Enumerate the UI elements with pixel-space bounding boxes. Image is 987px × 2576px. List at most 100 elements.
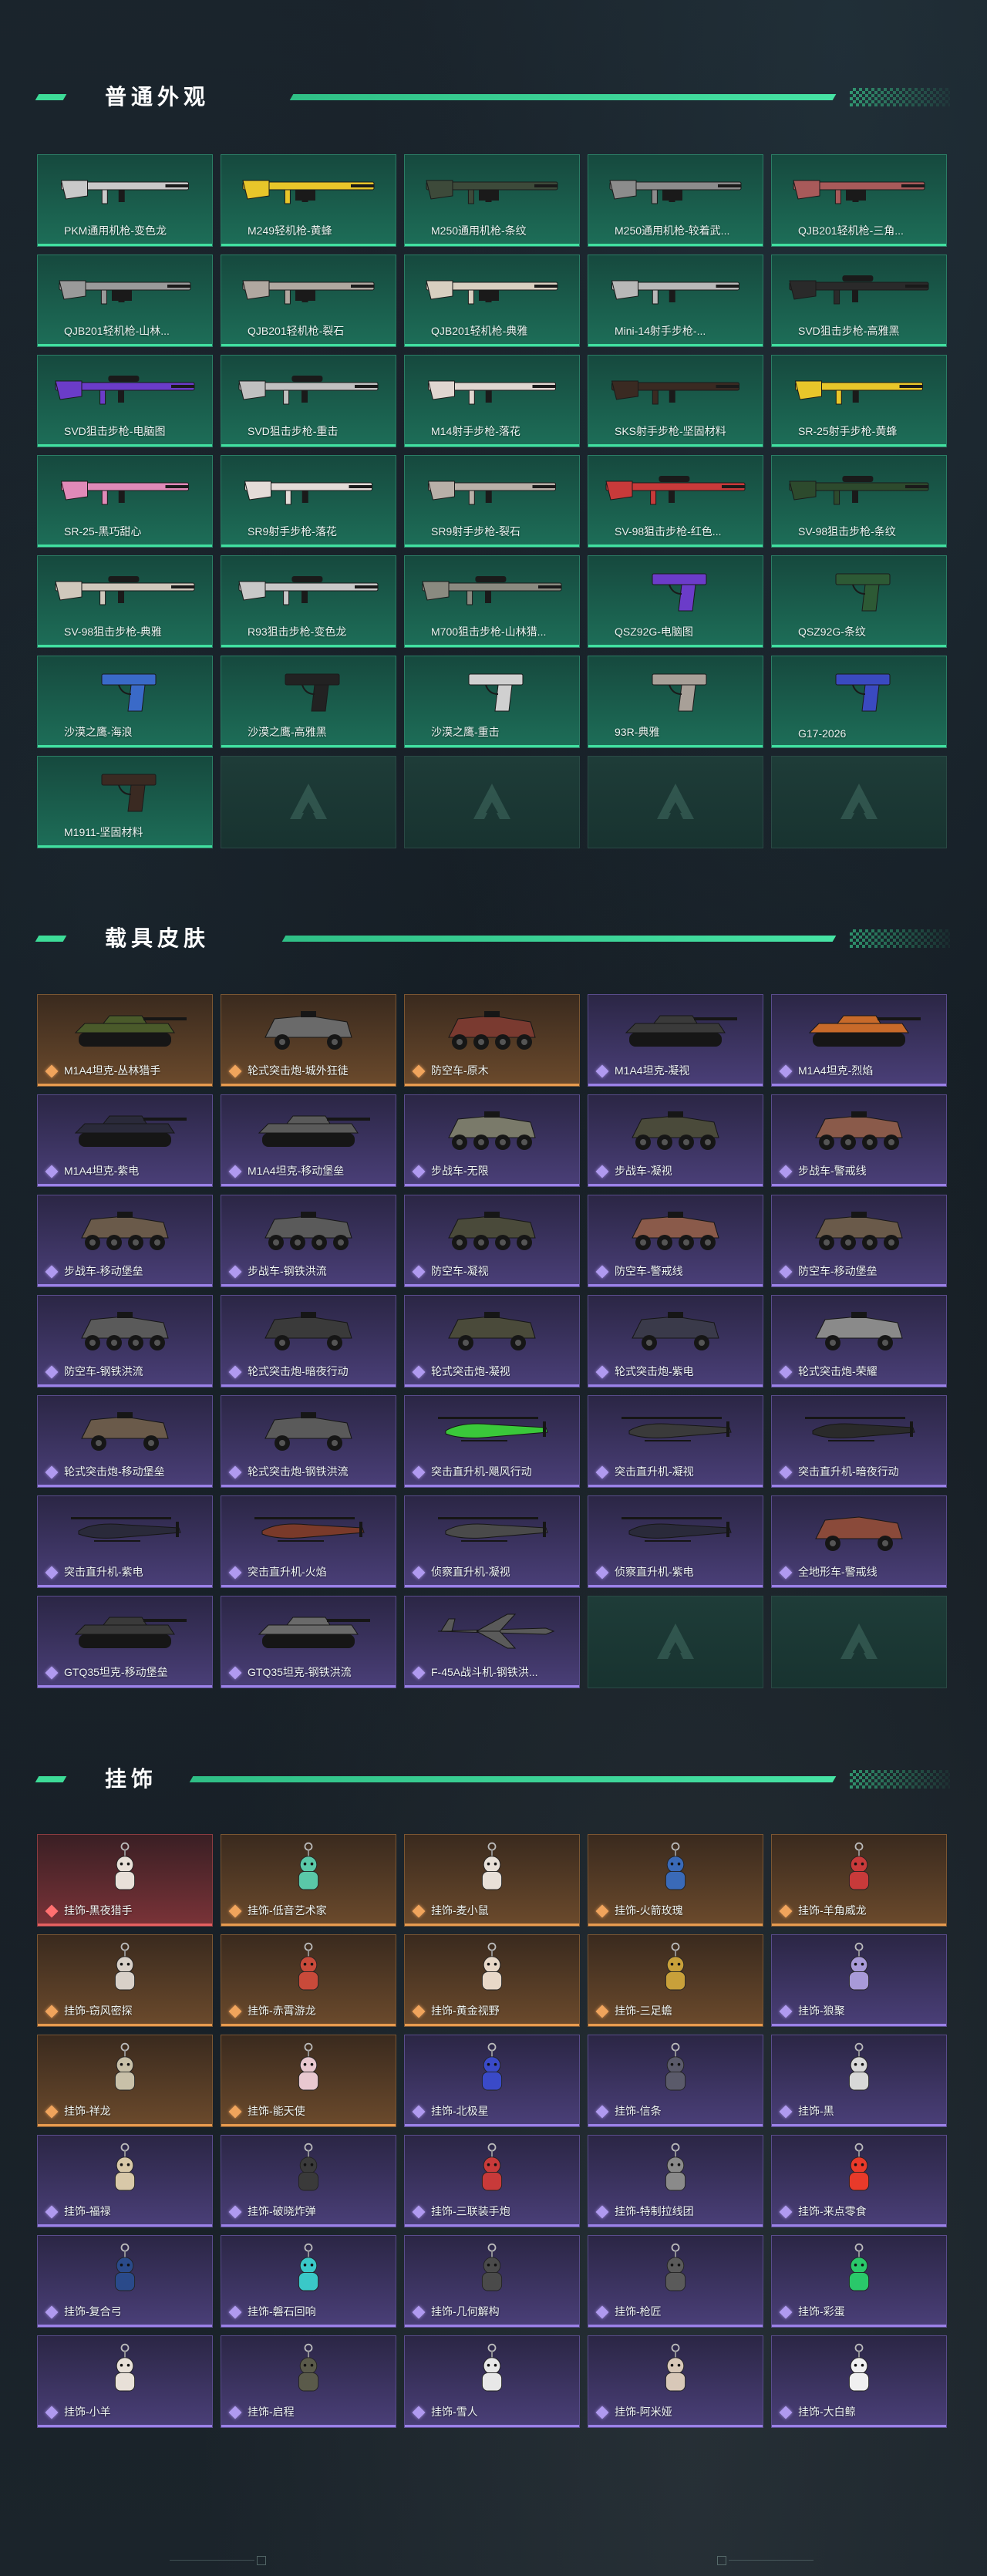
item-thumbnail [588,1841,763,1897]
item-card[interactable]: 挂饰-麦小鼠 [404,1834,580,1927]
item-card[interactable]: 防空车-警戒线 [588,1195,763,1287]
item-card[interactable]: PKM通用机枪-变色龙 [37,154,213,247]
item-card[interactable]: 步战车-凝视 [588,1094,763,1187]
item-card[interactable]: 挂饰-破晓炸弹 [221,2135,396,2227]
item-card[interactable]: 挂饰-复合弓 [37,2235,213,2328]
item-card[interactable]: M14射手步枪-落花 [404,355,580,447]
item-card[interactable]: 突击直升机-飓风行动 [404,1395,580,1488]
item-card[interactable]: M1911-坚固材料 [37,756,213,848]
item-card[interactable]: 挂饰-小羊 [37,2335,213,2428]
item-card[interactable]: 挂饰-羊角威龙 [771,1834,947,1927]
item-card[interactable]: 轮式突击炮-荣耀 [771,1295,947,1387]
item-card[interactable]: QJB201轻机枪-三角... [771,154,947,247]
item-card[interactable]: 侦察直升机-紫电 [588,1495,763,1588]
item-card[interactable]: 防空车-钢铁洪流 [37,1295,213,1387]
item-card[interactable]: 挂饰-雪人 [404,2335,580,2428]
item-card[interactable]: 突击直升机-火焰 [221,1495,396,1588]
item-card[interactable]: M1A4坦克-紫电 [37,1094,213,1187]
item-card[interactable]: 挂饰-福禄 [37,2135,213,2227]
item-card[interactable]: SVD狙击步枪-高雅黑 [771,255,947,347]
item-card[interactable]: 步战车-无限 [404,1094,580,1187]
item-card[interactable]: 挂饰-三足蟾 [588,1934,763,2027]
item-card[interactable]: 突击直升机-暗夜行动 [771,1395,947,1488]
item-card[interactable]: GTQ35坦克-钢铁洪流 [221,1596,396,1688]
item-card[interactable]: 轮式突击炮-城外狂徒 [221,994,396,1087]
item-card[interactable]: 轮式突击炮-钢铁洪流 [221,1395,396,1488]
item-card[interactable]: 挂饰-祥龙 [37,2035,213,2127]
item-card[interactable]: 93R-典雅 [588,656,763,748]
item-card[interactable]: 防空车-原木 [404,994,580,1087]
item-card[interactable]: QJB201轻机枪-山林... [37,255,213,347]
item-card[interactable]: 挂饰-黄金视野 [404,1934,580,2027]
item-card[interactable]: 挂饰-信条 [588,2035,763,2127]
item-card[interactable]: 挂饰-狼聚 [771,1934,947,2027]
item-card[interactable]: 挂饰-低音艺术家 [221,1834,396,1927]
item-card[interactable]: M250通用机枪-较着武... [588,154,763,247]
item-card[interactable]: 挂饰-北极星 [404,2035,580,2127]
item-card[interactable]: 防空车-凝视 [404,1195,580,1287]
item-card[interactable]: 突击直升机-紫电 [37,1495,213,1588]
item-card[interactable]: 防空车-移动堡垒 [771,1195,947,1287]
item-card[interactable]: SV-98狙击步枪-红色... [588,455,763,548]
item-card[interactable]: M250通用机枪-条纹 [404,154,580,247]
item-card[interactable]: 挂饰-特制拉线团 [588,2135,763,2227]
item-card[interactable]: 步战车-警戒线 [771,1094,947,1187]
item-card[interactable]: 挂饰-枪匠 [588,2235,763,2328]
item-card[interactable]: SR-25-黑巧甜心 [37,455,213,548]
item-card[interactable]: 轮式突击炮-凝视 [404,1295,580,1387]
item-card[interactable]: 挂饰-彩蛋 [771,2235,947,2328]
item-card[interactable]: M1A4坦克-丛林猎手 [37,994,213,1087]
item-card[interactable]: GTQ35坦克-移动堡垒 [37,1596,213,1688]
item-card[interactable]: M1A4坦克-烈焰 [771,994,947,1087]
item-thumbnail [38,1603,212,1658]
item-card[interactable]: 挂饰-启程 [221,2335,396,2428]
item-card[interactable]: 轮式突击炮-移动堡垒 [37,1395,213,1488]
item-card[interactable]: 挂饰-火箭玫瑰 [588,1834,763,1927]
item-card[interactable]: SR-25射手步枪-黄蜂 [771,355,947,447]
item-card[interactable]: QSZ92G-条纹 [771,555,947,648]
item-card[interactable]: G17-2026 [771,656,947,748]
item-card[interactable]: M1A4坦克-凝视 [588,994,763,1087]
item-card[interactable]: 沙漠之鹰-海浪 [37,656,213,748]
item-card[interactable]: 挂饰-几何解构 [404,2235,580,2328]
item-card[interactable]: SVD狙击步枪-电脑图 [37,355,213,447]
item-card[interactable]: F-45A战斗机-钢铁洪... [404,1596,580,1688]
item-card[interactable]: 轮式突击炮-暗夜行动 [221,1295,396,1387]
item-card[interactable]: SV-98狙击步枪-条纹 [771,455,947,548]
item-card[interactable]: 步战车-钢铁洪流 [221,1195,396,1287]
item-card[interactable]: M249轻机枪-黄蜂 [221,154,396,247]
item-card[interactable]: SV-98狙击步枪-典雅 [37,555,213,648]
item-card[interactable]: 全地形车-警戒线 [771,1495,947,1588]
item-card[interactable]: SR9射手步枪-裂石 [404,455,580,548]
item-card[interactable]: 突击直升机-凝视 [588,1395,763,1488]
item-card[interactable]: 轮式突击炮-紫电 [588,1295,763,1387]
item-card[interactable]: 挂饰-大白鲸 [771,2335,947,2428]
item-card[interactable]: 沙漠之鹰-重击 [404,656,580,748]
item-thumbnail [405,462,579,518]
item-card[interactable]: QJB201轻机枪-裂石 [221,255,396,347]
item-card[interactable]: SKS射手步枪-坚固材料 [588,355,763,447]
item-card[interactable]: 挂饰-窃风密探 [37,1934,213,2027]
item-card[interactable]: 挂饰-三联装手炮 [404,2135,580,2227]
item-card[interactable]: QSZ92G-电脑图 [588,555,763,648]
item-card[interactable]: 挂饰-磐石回响 [221,2235,396,2328]
item-card[interactable]: QJB201轻机枪-典雅 [404,255,580,347]
item-card[interactable]: 步战车-移动堡垒 [37,1195,213,1287]
item-card[interactable]: SR9射手步枪-落花 [221,455,396,548]
item-card[interactable]: 挂饰-阿米娅 [588,2335,763,2428]
item-card[interactable]: 挂饰-黑 [771,2035,947,2127]
item-card[interactable]: R93狙击步枪-变色龙 [221,555,396,648]
item-card[interactable]: 挂饰-能天使 [221,2035,396,2127]
item-card[interactable]: 侦察直升机-凝视 [404,1495,580,1588]
item-name: 挂饰-火箭玫瑰 [615,1904,683,1917]
item-card[interactable]: Mini-14射手步枪-... [588,255,763,347]
item-card[interactable]: 挂饰-来点零食 [771,2135,947,2227]
item-card[interactable]: M700狙击步枪-山林猎... [404,555,580,648]
item-card[interactable]: 挂饰-赤霄游龙 [221,1934,396,2027]
item-card[interactable]: 挂饰-黑夜猎手 [37,1834,213,1927]
item-card[interactable]: 沙漠之鹰-高雅黑 [221,656,396,748]
item-name: 挂饰-狼聚 [798,2004,845,2017]
item-card[interactable]: M1A4坦克-移动堡垒 [221,1094,396,1187]
item-card[interactable]: SVD狙击步枪-重击 [221,355,396,447]
item-thumbnail [772,562,946,618]
